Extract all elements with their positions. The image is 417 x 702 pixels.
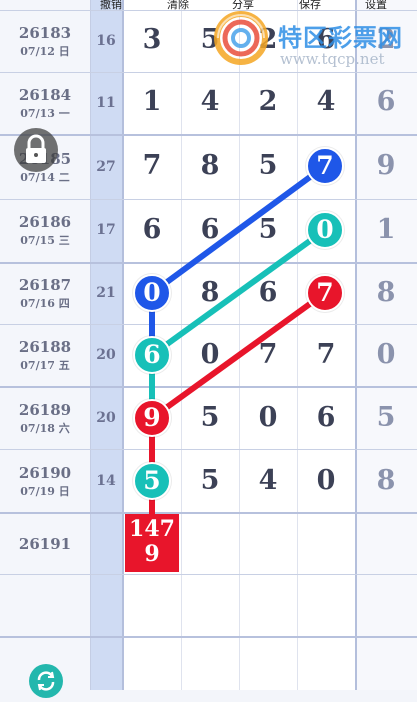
digit-cell[interactable]: 6 (181, 214, 239, 245)
extra-digit-cell[interactable]: 9 (357, 150, 415, 181)
digit-cell[interactable]: 6 (239, 277, 297, 308)
issue-date: 07/16 四 (20, 297, 70, 310)
sum-value: 16 (96, 33, 116, 49)
issue-cell: 26190 07/19 日 (0, 464, 90, 499)
digit-cell[interactable]: 2 (239, 86, 297, 117)
issue-cell: 26187 07/16 四 (0, 276, 90, 311)
red-ball[interactable]: 9 (133, 399, 171, 437)
digit-cell[interactable]: 7 (123, 150, 181, 181)
digit-cell[interactable]: 7 (239, 339, 297, 370)
digit-cell[interactable]: 5 (181, 402, 239, 433)
red-ball[interactable]: 7 (306, 274, 344, 312)
extra-digit-cell[interactable]: 8 (357, 277, 415, 308)
blue-ball[interactable]: 7 (306, 147, 344, 185)
digit-cell[interactable]: 4 (239, 465, 297, 496)
next-issue-cell: 26191 (0, 535, 90, 553)
extra-digit-cell[interactable]: 5 (357, 402, 415, 433)
issue-number: 26189 (18, 401, 72, 419)
teal-ball[interactable]: 5 (133, 462, 171, 500)
extra-digit-cell[interactable]: 1 (357, 214, 415, 245)
prediction-line-2: 9 (144, 541, 160, 567)
prediction-cell[interactable]: 147 9 (125, 514, 179, 572)
digit-cell[interactable]: 1 (123, 86, 181, 117)
lock-button[interactable] (14, 128, 58, 172)
sum-value: 20 (96, 347, 116, 363)
refresh-icon (37, 671, 55, 691)
digit-cell[interactable]: 3 (123, 24, 181, 55)
sum-value: 17 (96, 222, 116, 238)
digit-cell[interactable]: 7 (297, 339, 355, 370)
issue-date: 07/15 三 (20, 234, 70, 247)
blue-ball[interactable]: 0 (133, 274, 171, 312)
refresh-button[interactable] (29, 664, 63, 698)
issue-date: 07/19 日 (20, 485, 70, 498)
digit-cell[interactable]: 5 (239, 150, 297, 181)
digit-cell[interactable]: 6 (297, 402, 355, 433)
digit-cell[interactable]: 6 (123, 214, 181, 245)
digit-cell[interactable]: 5 (181, 465, 239, 496)
issue-cell: 26186 07/15 三 (0, 213, 90, 248)
issue-number: 26188 (18, 338, 72, 356)
digit-cell[interactable]: 0 (239, 402, 297, 433)
watermark-url: www.tqcp.net (280, 50, 385, 68)
sum-value: 21 (96, 285, 116, 301)
watermark-title: 特区彩票网 (278, 24, 403, 52)
issue-cell: 26183 07/12 日 (0, 24, 90, 59)
issue-number: 26187 (18, 276, 72, 294)
trend-chart: 撤销 清除 分享 保存 设置 26183 07/12 日 16 3 5 2 6 … (0, 0, 417, 698)
issue-cell: 26189 07/18 六 (0, 401, 90, 436)
digit-cell[interactable]: 8 (181, 277, 239, 308)
sum-value: 14 (96, 473, 116, 489)
swirl-logo-icon (214, 11, 268, 65)
issue-date: 07/13 一 (20, 107, 70, 120)
issue-number: 26190 (18, 464, 72, 482)
issue-date: 07/18 六 (20, 422, 70, 435)
extra-digit-cell[interactable]: 8 (357, 465, 415, 496)
issue-number: 26186 (18, 213, 72, 231)
digit-cell[interactable]: 8 (181, 150, 239, 181)
teal-ball[interactable]: 6 (133, 336, 171, 374)
issue-number: 26191 (18, 535, 72, 553)
digit-cell[interactable]: 0 (297, 465, 355, 496)
sum-value: 11 (96, 95, 116, 111)
prediction-line-1: 147 (129, 516, 175, 542)
issue-number: 26184 (18, 86, 72, 104)
issue-date: 07/12 日 (20, 45, 70, 58)
issue-date: 07/17 五 (20, 359, 70, 372)
extra-digit-cell[interactable]: 0 (357, 339, 415, 370)
sum-value: 20 (96, 410, 116, 426)
digit-cell[interactable]: 4 (297, 86, 355, 117)
teal-ball[interactable]: 0 (306, 211, 344, 249)
issue-cell: 26188 07/17 五 (0, 338, 90, 373)
sum-value: 27 (96, 159, 116, 175)
watermark: 特区彩票网 www.tqcp.net (210, 8, 410, 68)
digit-cell[interactable]: 4 (181, 86, 239, 117)
extra-digit-cell[interactable]: 6 (357, 86, 415, 117)
issue-number: 26183 (18, 24, 72, 42)
lock-icon (26, 134, 46, 163)
digit-cell[interactable]: 0 (181, 339, 239, 370)
digit-cell[interactable]: 5 (239, 214, 297, 245)
issue-cell: 26184 07/13 一 (0, 86, 90, 121)
